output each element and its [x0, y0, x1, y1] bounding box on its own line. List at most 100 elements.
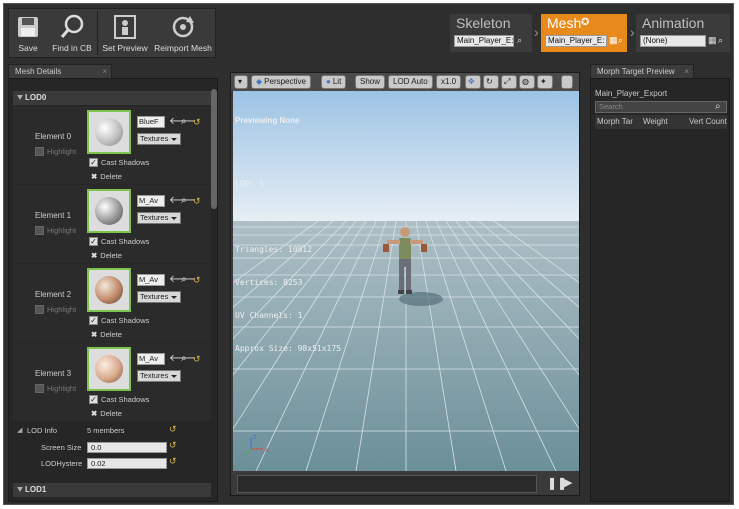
browse-icon[interactable]: ⌕ [181, 195, 187, 207]
browse-icon[interactable]: ⌕ [181, 274, 187, 286]
lod-auto-button[interactable]: LOD Auto [388, 75, 433, 89]
highlight-toggle[interactable]: Highlight [35, 147, 76, 156]
reset-icon[interactable]: ↺ [169, 424, 177, 435]
reset-icon[interactable]: ↺ [169, 456, 177, 467]
mesh-browse-icon[interactable]: ⌕ [618, 35, 623, 46]
delete-label: Delete [100, 409, 122, 418]
mesh-mode-tab[interactable]: Mesh ✪ Main_Player_E: ▦ ⌕ [541, 14, 627, 52]
viewport-stats-overlay: Previewing None LOD: 1 Current Screen Si… [235, 93, 355, 376]
browse-icon[interactable]: ⌕ [181, 353, 187, 365]
reimport-mesh-button[interactable]: Reimport Mesh [152, 9, 214, 57]
material-thumbnail[interactable] [87, 347, 131, 391]
delete-button[interactable]: ✖ Delete [91, 409, 122, 418]
animation-asset-field[interactable]: (None) [640, 35, 706, 47]
animation-mode-tab[interactable]: Animation (None) ▦ ⌕ [636, 14, 730, 52]
skeleton-mode-tab[interactable]: Skeleton Main_Player_E: ⌕ [450, 14, 532, 52]
highlight-checkbox[interactable] [35, 384, 44, 393]
material-thumbnail[interactable] [87, 268, 131, 312]
animation-browse-icon[interactable]: ⌕ [718, 35, 723, 46]
material-selector[interactable]: M_Av [137, 274, 165, 286]
playback-speed-button[interactable]: x1.0 [436, 75, 462, 89]
checkmark-icon[interactable]: ✓ [89, 395, 98, 404]
lod1-header[interactable]: LOD1 [13, 483, 211, 497]
animation-mode-label: Animation [642, 15, 705, 31]
cast-shadows-toggle[interactable]: ✓ Cast Shadows [89, 158, 149, 167]
reset-icon[interactable]: ↺ [193, 274, 201, 286]
viewport-options-button[interactable]: ▾ [234, 75, 248, 89]
perspective-label: Perspective [264, 77, 306, 86]
timeline-scrubber[interactable] [237, 475, 537, 493]
highlight-toggle[interactable]: Highlight [35, 305, 76, 314]
viewport-maximize-button[interactable] [561, 75, 573, 89]
morph-search-input[interactable]: Search [595, 101, 727, 113]
material-thumbnail[interactable] [87, 110, 131, 154]
reset-icon[interactable]: ↺ [193, 116, 201, 128]
close-icon[interactable]: × [102, 65, 107, 79]
lod0-header[interactable]: LOD0 [13, 91, 211, 105]
show-button[interactable]: Show [355, 75, 386, 89]
skeleton-browse-icon[interactable]: ⌕ [517, 35, 522, 46]
set-preview-button[interactable]: Set Preview [98, 9, 152, 57]
close-icon[interactable]: × [684, 65, 689, 79]
material-selector[interactable]: M_Av [137, 195, 165, 207]
find-in-cb-button[interactable]: Find in CB [47, 9, 97, 57]
material-selector[interactable]: M_Av [137, 353, 165, 365]
mesh-asset-field[interactable]: Main_Player_E: [545, 35, 607, 47]
delete-button[interactable]: ✖ Delete [91, 172, 122, 181]
x-icon: ✖ [91, 409, 98, 418]
skeleton-asset-field[interactable]: Main_Player_E: [454, 35, 514, 47]
cast-shadows-toggle[interactable]: ✓ Cast Shadows [89, 316, 149, 325]
highlight-checkbox[interactable] [35, 226, 44, 235]
preview-viewport[interactable]: ▾ ◆ Perspective ● Lit Show LOD Auto x1.0 ✥… [230, 72, 580, 496]
reset-icon[interactable]: ↺ [193, 195, 201, 207]
scrollbar[interactable] [211, 89, 217, 209]
browse-icon[interactable]: ⌕ [181, 116, 187, 128]
textures-dropdown[interactable]: Textures [137, 212, 181, 224]
checkmark-icon[interactable]: ✓ [89, 158, 98, 167]
cast-shadows-label: Cast Shadows [101, 158, 150, 167]
lod-info-label: LOD Info [27, 426, 58, 435]
lit-button[interactable]: ● Lit [321, 75, 347, 89]
highlight-checkbox[interactable] [35, 147, 44, 156]
perspective-icon: ◆ [256, 77, 263, 86]
camera-speed-button[interactable]: ✦ [537, 75, 553, 89]
step-forward-icon[interactable]: ▶ [564, 476, 572, 489]
save-icon [15, 14, 41, 40]
main-toolbar: Save Find in CB Set Preview Reimport Mes… [8, 8, 216, 58]
textures-dropdown[interactable]: Textures [137, 291, 181, 303]
checkmark-icon[interactable]: ✓ [89, 237, 98, 246]
perspective-button[interactable]: ◆ Perspective [251, 75, 311, 89]
tab-mesh-details[interactable]: Mesh Details × [8, 64, 112, 78]
mesh-grid-icon[interactable]: ▦ [609, 35, 618, 46]
material-thumbnail[interactable] [87, 189, 131, 233]
scale-tool-button[interactable]: ⤢ [501, 75, 517, 89]
lod-hysteresis-input[interactable]: 0.02 [87, 458, 167, 469]
column-morph-target[interactable]: Morph Tar [595, 115, 639, 129]
highlight-toggle[interactable]: Highlight [35, 384, 76, 393]
cast-shadows-toggle[interactable]: ✓ Cast Shadows [89, 395, 149, 404]
cast-shadows-toggle[interactable]: ✓ Cast Shadows [89, 237, 149, 246]
checkmark-icon[interactable]: ✓ [89, 316, 98, 325]
highlight-toggle[interactable]: Highlight [35, 226, 76, 235]
reset-icon[interactable]: ↺ [193, 353, 201, 365]
expand-arrow-icon[interactable]: ◢ [17, 426, 22, 434]
delete-button[interactable]: ✖ Delete [91, 251, 122, 260]
animation-grid-icon[interactable]: ▦ [708, 35, 717, 46]
rotate-tool-button[interactable]: ↻ [483, 75, 499, 89]
world-local-toggle[interactable]: ◍ [519, 75, 535, 89]
highlight-checkbox[interactable] [35, 305, 44, 314]
material-element-2: Element 2 Highlight M_Av 🡐 ⌕ ↺ Textures … [13, 264, 211, 342]
textures-dropdown[interactable]: Textures [137, 133, 181, 145]
reset-icon[interactable]: ↺ [169, 440, 177, 451]
column-weight[interactable]: Weight [639, 115, 687, 129]
material-selector[interactable]: BlueF [137, 116, 165, 128]
tab-morph-target-preview[interactable]: Morph Target Preview × [590, 64, 694, 78]
morph-table-header: Morph Tar Weight Vert Count [595, 115, 727, 129]
screen-size-input[interactable]: 0.0 [87, 442, 167, 453]
delete-button[interactable]: ✖ Delete [91, 330, 122, 339]
save-button[interactable]: Save [9, 9, 47, 57]
star-icon: ✪ [581, 17, 590, 28]
textures-dropdown[interactable]: Textures [137, 370, 181, 382]
column-vert-count[interactable]: Vert Count [687, 115, 727, 129]
translate-tool-button[interactable]: ✥ [465, 75, 481, 89]
